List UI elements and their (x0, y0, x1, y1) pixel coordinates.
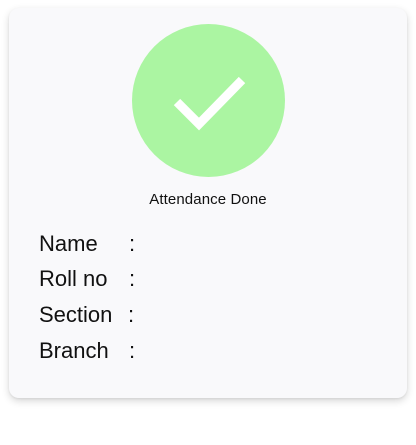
field-label-name: Name (39, 231, 98, 256)
field-label-roll-no: Roll no (39, 266, 108, 291)
field-row-name: Name : (39, 229, 135, 259)
field-row-section: Section : (39, 300, 134, 330)
attendance-card: Attendance Done Name : Roll no : Section… (9, 8, 407, 398)
success-circle (132, 24, 285, 177)
field-label-section: Section (39, 302, 113, 327)
field-colon-roll-no: : (129, 266, 136, 291)
field-row-branch: Branch : (39, 336, 135, 366)
checkmark-icon (173, 76, 246, 131)
field-row-roll-no: Roll no : (39, 264, 135, 294)
field-colon-branch: : (129, 338, 136, 363)
field-colon-name: : (129, 231, 136, 256)
attendance-status-text: Attendance Done (149, 191, 267, 208)
field-label-branch: Branch (39, 338, 109, 363)
field-colon-section: : (128, 302, 135, 327)
